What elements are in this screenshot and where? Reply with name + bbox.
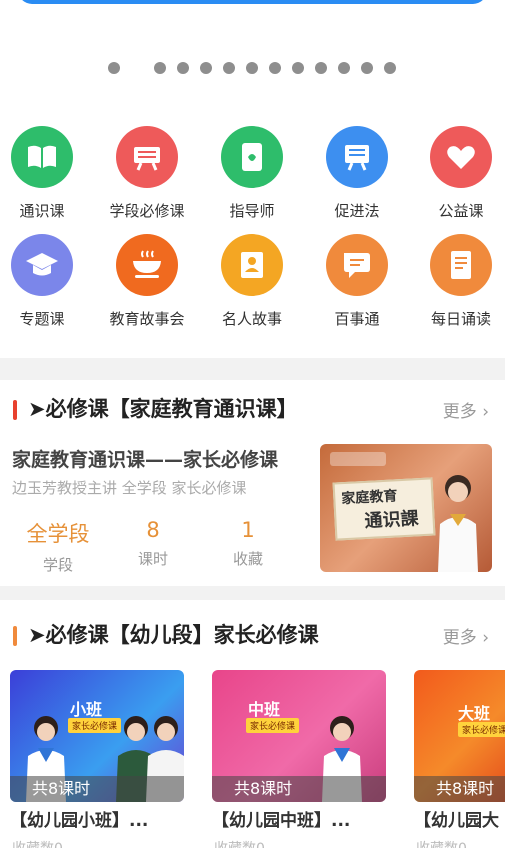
blackboard: 家庭教育 通识課 — [332, 477, 436, 541]
stat-lessons: 8 课时 — [103, 518, 203, 569]
grid-item-celebrity-stories[interactable]: 名人故事 — [207, 234, 297, 329]
carousel-dot[interactable] — [246, 62, 258, 74]
carousel-dot[interactable] — [315, 62, 327, 74]
grid-label: 教育故事会 — [109, 310, 185, 328]
grid-label: 学段必修课 — [109, 202, 185, 220]
notebook-icon — [221, 126, 283, 188]
course-title: 家庭教育通识课——家长必修课 — [12, 449, 279, 471]
carousel-dot[interactable] — [384, 62, 396, 74]
grid-label: 指导师 — [229, 202, 275, 220]
card-inner-subtitle: 家长必修课 — [458, 722, 505, 737]
course-thumbnail[interactable]: 家庭教育 通识課 — [320, 444, 492, 572]
grid-label: 公益课 — [438, 202, 484, 220]
law-book-icon — [326, 126, 388, 188]
course-card-small-class[interactable]: 小班 家长必修课 共8课时 — [10, 670, 184, 802]
grid-label: 专题课 — [19, 310, 65, 328]
bookmark-board-icon — [116, 126, 178, 188]
stat-favorites: 1 收藏 — [198, 518, 298, 569]
grid-label: 促进法 — [334, 202, 380, 220]
carousel-dot[interactable] — [108, 62, 120, 74]
carousel-dot[interactable] — [361, 62, 373, 74]
course-card-middle-class[interactable]: 中班 家长必修课 共8课时 — [212, 670, 386, 802]
card-inner-title: 中班 — [248, 700, 281, 719]
grid-item-public-welfare[interactable]: 公益课 — [416, 126, 505, 221]
grid-item-daily-reading[interactable]: 每日诵读 — [416, 234, 505, 329]
tea-cup-icon — [116, 234, 178, 296]
carousel-dot[interactable] — [177, 62, 189, 74]
card-favorites: 收藏数0 — [214, 838, 265, 848]
carousel-indicator — [0, 62, 505, 76]
presenter-image — [438, 475, 478, 572]
grid-item-promotion-law[interactable]: 促进法 — [312, 126, 402, 221]
grid-label: 通识课 — [19, 202, 65, 220]
carousel-dot[interactable] — [292, 62, 304, 74]
banner[interactable] — [18, 0, 487, 4]
stat-value: 8 — [146, 518, 160, 542]
portrait-book-icon — [221, 234, 283, 296]
graduation-cap-icon — [11, 234, 73, 296]
stat-stage: 全学段 学段 — [8, 518, 108, 575]
lesson-count-tag: 共8课时 — [10, 776, 184, 802]
grid-item-special-topic[interactable]: 专题课 — [0, 234, 87, 329]
carousel-dot[interactable] — [338, 62, 350, 74]
lesson-count-tag: 共8课时 — [414, 776, 505, 802]
stat-label: 收藏 — [232, 550, 263, 568]
grid-label: 每日诵读 — [430, 310, 491, 328]
card-inner-subtitle: 家长必修课 — [246, 718, 300, 733]
document-icon — [430, 234, 492, 296]
heart-icon — [430, 126, 492, 188]
grid-item-stage-course[interactable]: 学段必修课 — [102, 126, 192, 221]
grid-item-know-all[interactable]: 百事通 — [312, 234, 402, 329]
lesson-count-tag: 共8课时 — [212, 776, 386, 802]
course-subtitle: 边玉芳教授主讲 全学段 家长必修课 — [12, 479, 247, 497]
logo — [330, 452, 386, 466]
card-inner-title: 大班 — [458, 704, 491, 723]
grid-item-education-stories[interactable]: 教育故事会 — [102, 234, 192, 329]
card-inner-title: 小班 — [70, 700, 103, 719]
stat-value: 全学段 — [26, 522, 90, 546]
chat-bubble-icon — [326, 234, 388, 296]
card-name[interactable]: 【幼儿园中班】... — [212, 806, 350, 831]
open-book-icon — [11, 126, 73, 188]
card-favorites: 收藏数0 — [416, 838, 467, 848]
bottom-navigation[interactable] — [0, 848, 505, 854]
grid-label: 名人故事 — [221, 310, 282, 328]
course-card[interactable]: 家庭教育通识课——家长必修课 边玉芳教授主讲 全学段 家长必修课 全学段 学段 … — [0, 363, 505, 586]
thumb-subtitle: 通识課 — [364, 508, 420, 533]
kindergarten-cards: 小班 家长必修课 共8课时 【幼儿园小班】... 收藏数0 中班 家长必修课 共… — [0, 590, 505, 848]
card-name[interactable]: 【幼儿园小班】... — [10, 806, 148, 831]
grid-item-mentor[interactable]: 指导师 — [207, 126, 297, 221]
carousel-dot[interactable] — [223, 62, 235, 74]
carousel-dot[interactable] — [269, 62, 281, 74]
card-favorites: 收藏数0 — [12, 838, 63, 848]
carousel-dot[interactable] — [200, 62, 212, 74]
stat-label: 课时 — [137, 550, 168, 568]
course-card-large-class[interactable]: 大班 家长必修课 共8课时 — [414, 670, 505, 802]
stat-value: 1 — [241, 518, 255, 542]
top-area: 通识课 学段必修课 指导师 促进法 公益课 专题课 教育故事会 名人故事 百事通… — [0, 0, 505, 358]
grid-item-general-course[interactable]: 通识课 — [0, 126, 87, 221]
carousel-dot[interactable] — [154, 62, 166, 74]
card-name[interactable]: 【幼儿园大 — [414, 806, 499, 831]
grid-label: 百事通 — [334, 310, 380, 328]
stat-label: 学段 — [42, 556, 73, 574]
